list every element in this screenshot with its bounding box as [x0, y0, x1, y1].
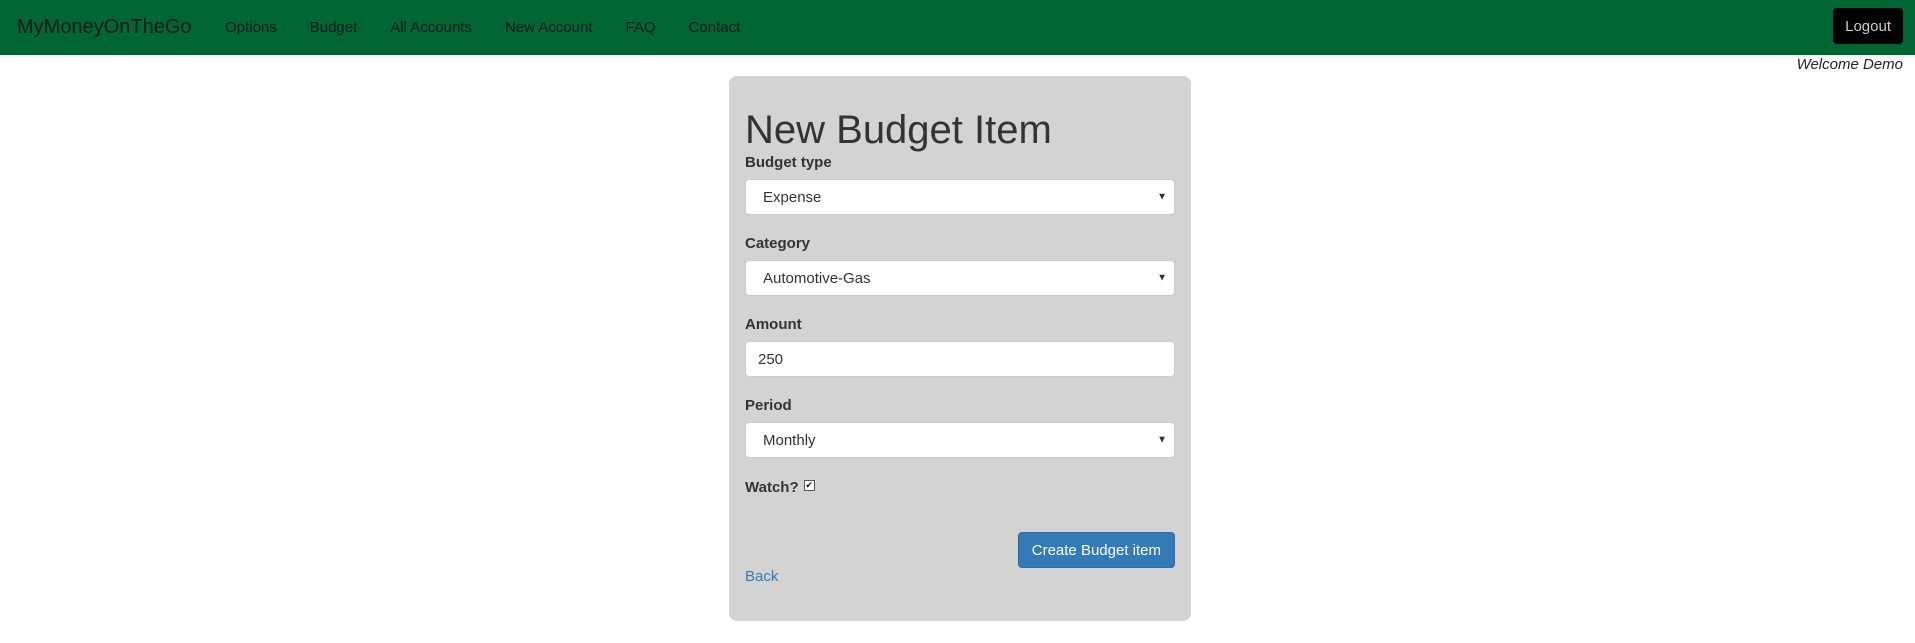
- amount-group: Amount 250: [745, 315, 1175, 377]
- amount-label: Amount: [745, 316, 802, 333]
- budget-type-group: Budget type Expense ▼: [745, 153, 1175, 215]
- category-label: Category: [745, 235, 811, 252]
- watch-row: Watch? ✔: [745, 478, 1175, 498]
- period-group: Period Monthly ▼: [745, 396, 1175, 458]
- period-select[interactable]: Monthly ▼: [745, 422, 1175, 458]
- caret-down-icon: ▼: [1157, 272, 1167, 284]
- nav-link-new-account[interactable]: New Account: [488, 19, 609, 36]
- caret-down-icon: ▼: [1157, 434, 1167, 446]
- nav-link-all-accounts[interactable]: All Accounts: [374, 19, 489, 36]
- nav-link-budget[interactable]: Budget: [293, 19, 374, 36]
- back-link[interactable]: Back: [745, 568, 778, 585]
- caret-down-icon: ▼: [1157, 191, 1167, 203]
- amount-value: 250: [758, 350, 784, 368]
- brand-link[interactable]: MyMoneyOnTheGo: [17, 16, 192, 39]
- create-budget-item-button[interactable]: Create Budget item: [1017, 532, 1175, 568]
- watch-label: Watch?: [745, 479, 799, 496]
- category-group: Category Automotive-Gas ▼: [745, 234, 1175, 296]
- welcome-message: Welcome Demo: [1796, 56, 1903, 73]
- new-budget-item-card: New Budget Item Budget type Expense ▼ Ca…: [729, 76, 1191, 621]
- nav-link-options[interactable]: Options: [209, 19, 294, 36]
- category-value: Automotive-Gas: [763, 269, 871, 287]
- nav-link-contact[interactable]: Contact: [672, 19, 757, 36]
- period-value: Monthly: [763, 431, 816, 449]
- budget-type-value: Expense: [763, 188, 822, 206]
- logout-button[interactable]: Logout: [1833, 8, 1903, 44]
- budget-type-select[interactable]: Expense ▼: [745, 179, 1175, 215]
- top-navbar: MyMoneyOnTheGo Options Budget All Accoun…: [0, 0, 1915, 55]
- category-select[interactable]: Automotive-Gas ▼: [745, 260, 1175, 296]
- page-title: New Budget Item: [745, 108, 1052, 152]
- budget-type-label: Budget type: [745, 154, 832, 171]
- checkmark-icon: ✔: [805, 479, 813, 490]
- nav-link-faq[interactable]: FAQ: [609, 19, 672, 36]
- period-label: Period: [745, 397, 792, 414]
- amount-input[interactable]: 250: [745, 341, 1175, 377]
- watch-checkbox[interactable]: ✔: [803, 479, 815, 491]
